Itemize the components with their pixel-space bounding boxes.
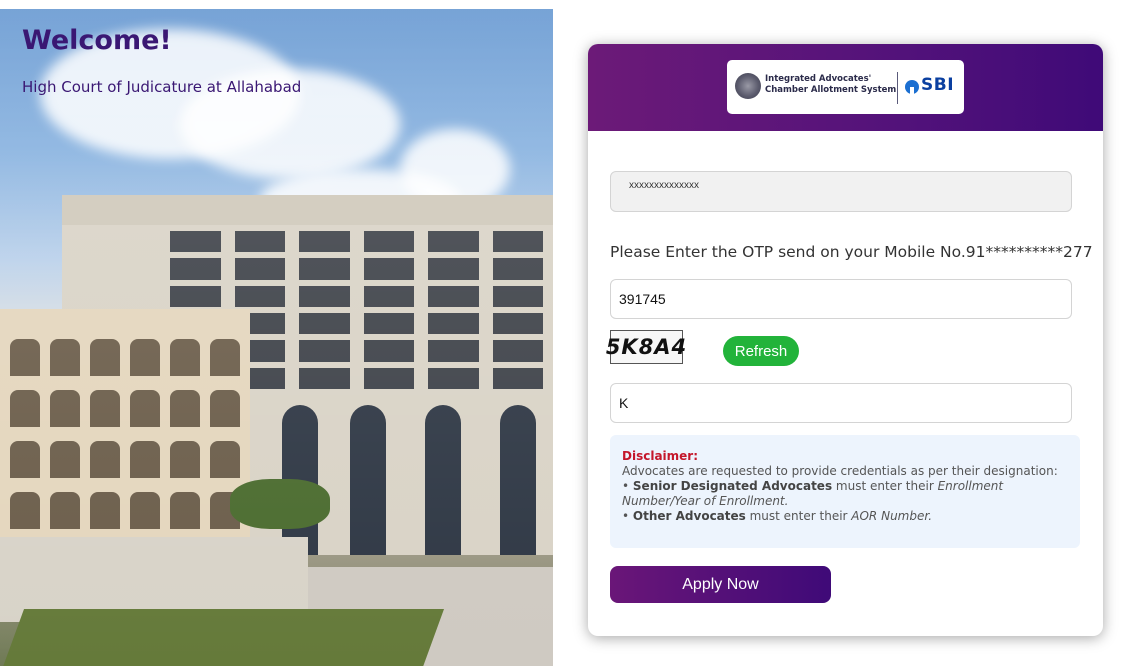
system-name-line2: Chamber Allotment System [765, 85, 897, 95]
captcha-image: 5K8A4 [606, 330, 686, 364]
system-name-line1: Integrated Advocates' [765, 74, 872, 84]
sbi-logo-icon [905, 80, 919, 94]
login-card: Integrated Advocates' Chamber Allotment … [588, 44, 1103, 636]
hero-image [0, 9, 553, 666]
senior-advocates-text: must enter their [832, 479, 938, 493]
system-name: Integrated Advocates' Chamber Allotment … [765, 74, 896, 96]
username-field[interactable]: xxxxxxxxxxxxxx [610, 171, 1072, 212]
welcome-heading: Welcome! [22, 25, 172, 56]
logo-box: Integrated Advocates' Chamber Allotment … [727, 60, 964, 114]
disclaimer-item-other: • Other Advocates must enter their AOR N… [622, 509, 933, 523]
captcha-input[interactable]: K [610, 383, 1072, 423]
disclaimer-intro: Advocates are requested to provide crede… [622, 464, 1058, 478]
sbi-name: SBI [921, 75, 955, 95]
disclaimer-item-senior: • Senior Designated Advocates must enter… [622, 479, 1004, 508]
refresh-captcha-button[interactable]: Refresh [723, 336, 799, 366]
otp-value: 391745 [619, 291, 666, 307]
other-advocates-text: must enter their [745, 509, 852, 523]
card-header: Integrated Advocates' Chamber Allotment … [588, 44, 1103, 131]
disclaimer-title: Disclaimer: [622, 449, 699, 463]
senior-advocates-label: Senior Designated Advocates [632, 479, 833, 493]
court-name: High Court of Judicature at Allahabad [22, 78, 302, 96]
disclaimer-box: Disclaimer: Advocates are requested to p… [610, 435, 1080, 548]
logo-divider [897, 72, 898, 104]
other-advocates-label: Other Advocates [632, 509, 746, 523]
masked-username: xxxxxxxxxxxxxx [629, 180, 699, 191]
otp-instruction: Please Enter the OTP send on your Mobile… [610, 243, 1093, 261]
apply-now-button[interactable]: Apply Now [610, 566, 831, 603]
otp-input[interactable]: 391745 [610, 279, 1072, 319]
captcha-value: K [619, 395, 629, 411]
other-advocates-credential: AOR Number. [851, 509, 933, 523]
hero-overlay [0, 9, 553, 666]
court-emblem-icon [735, 73, 761, 99]
